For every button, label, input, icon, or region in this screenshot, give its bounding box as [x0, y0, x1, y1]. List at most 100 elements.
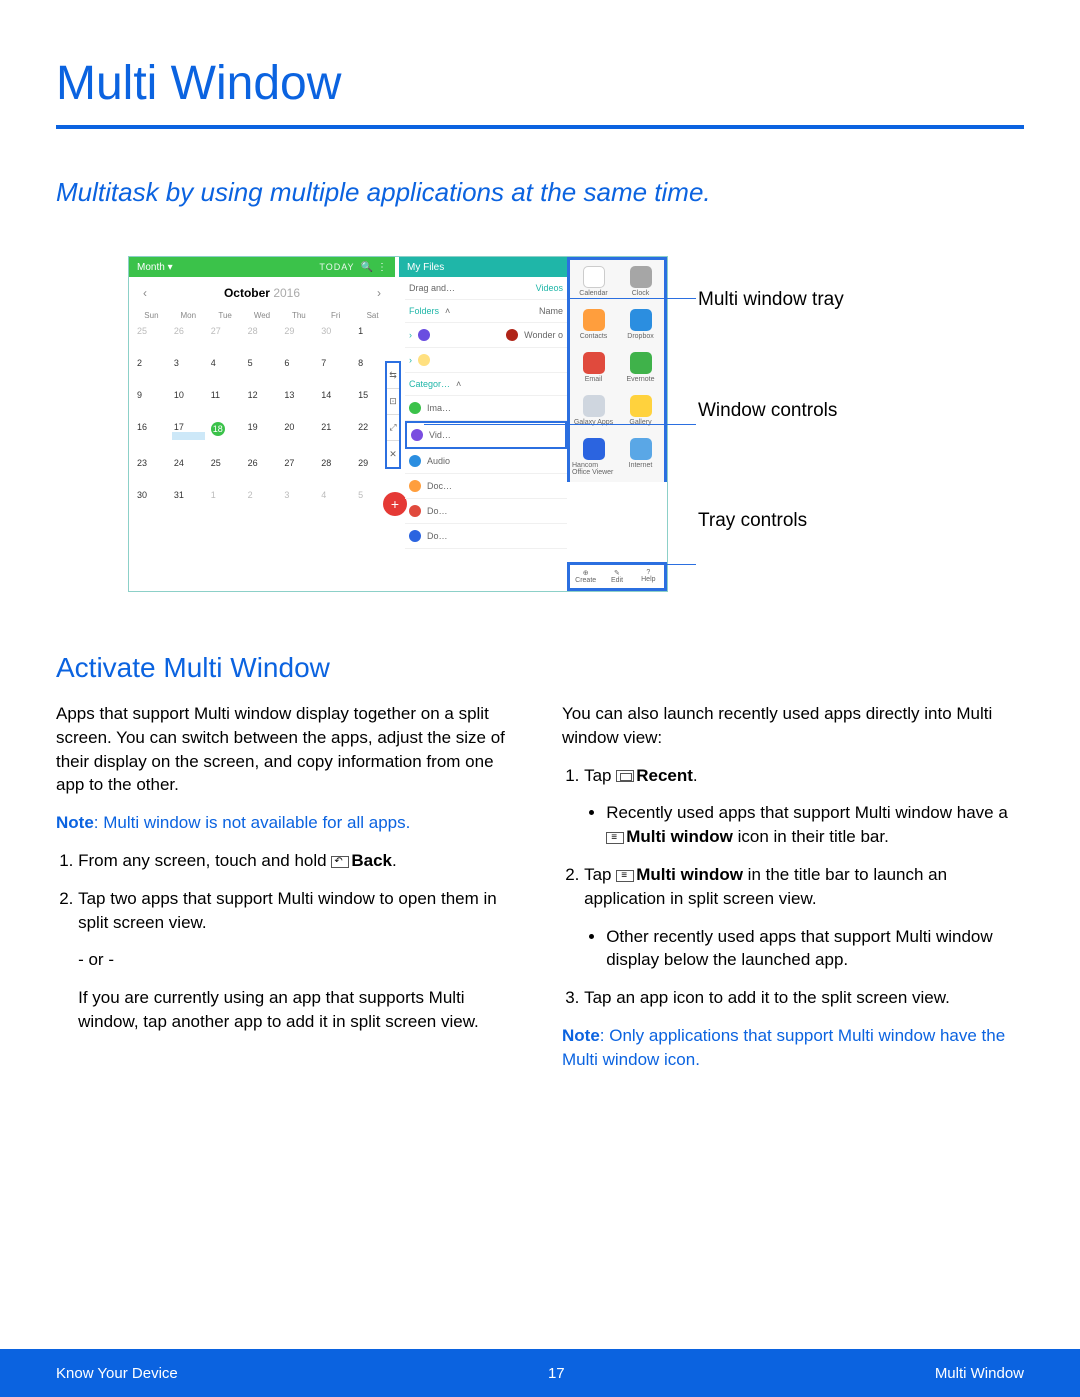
chevron-right-icon[interactable]: › [409, 330, 412, 340]
calendar-view-dropdown[interactable]: Month ▾ [137, 262, 173, 273]
calendar-cell[interactable]: 29 [280, 322, 317, 354]
file-item[interactable]: Vid… [429, 430, 451, 440]
calendar-today-button[interactable]: TODAY [319, 262, 354, 272]
calendar-cell[interactable]: 28 [244, 322, 281, 354]
chevron-right-icon[interactable]: › [409, 355, 412, 365]
menu-icon[interactable]: ⋮ [377, 262, 387, 273]
calendar-day-header: Mon [170, 309, 207, 322]
tray-app[interactable]: Galaxy Apps [570, 389, 617, 432]
tray-app[interactable]: Email [570, 346, 617, 389]
files-folders-label[interactable]: Folders [409, 306, 439, 316]
calendar-cell-today[interactable]: 18 [207, 418, 244, 454]
calendar-cell[interactable]: 19 [244, 418, 281, 454]
calendar-cell[interactable]: 3 [170, 354, 207, 386]
window-switch-icon[interactable]: ⇆ [387, 363, 399, 389]
list-item: From any screen, touch and hold Back. [78, 849, 518, 873]
file-item[interactable]: Wonder o [524, 330, 563, 340]
calendar-cell[interactable]: 14 [317, 386, 354, 418]
figure-row: Month ▾ TODAY 🔍 ⋮ My Files ‹ October 201… [128, 256, 1024, 592]
calendar-cell[interactable]: 1 [207, 486, 244, 518]
tray-app[interactable]: Hancom Office Viewer [570, 432, 617, 482]
tray-app[interactable]: Evernote [617, 346, 664, 389]
callouts: Multi window tray Window controls Tray c… [698, 256, 844, 534]
files-categories-label[interactable]: Categor… [409, 379, 450, 389]
window-maximize-icon[interactable]: ⤢ [387, 415, 399, 441]
help-icon: ? [646, 569, 650, 576]
calendar-cell[interactable]: 23 [133, 454, 170, 486]
calendar-cell[interactable]: 7 [317, 354, 354, 386]
calendar-cell[interactable]: 30 [317, 322, 354, 354]
calendar-cell[interactable]: 31 [170, 486, 207, 518]
calendar-cell[interactable]: 27 [207, 322, 244, 354]
page-title: Multi Window [56, 56, 1024, 125]
calendar-panel: ‹ October 2016 › Sun Mon Tue Wed Thu Fri… [129, 277, 395, 522]
calendar-cell[interactable]: 3 [280, 486, 317, 518]
leader-line [570, 564, 696, 565]
calendar-day-header: Thu [280, 309, 317, 322]
back-icon [331, 856, 349, 868]
calendar-day-header: Sun [133, 309, 170, 322]
calendar-cell[interactable]: 30 [133, 486, 170, 518]
calendar-cell[interactable]: 1 [354, 322, 391, 354]
file-item[interactable]: Do… [427, 506, 448, 516]
tray-edit-button[interactable]: ✎Edit [601, 565, 632, 588]
chevron-up-icon[interactable]: ˄ [445, 306, 450, 316]
files-videos-link[interactable]: Videos [536, 283, 563, 293]
chevron-up-icon[interactable]: ˄ [456, 379, 461, 389]
tray-app[interactable]: Calendar [570, 260, 617, 303]
list-item: Other recently used apps that support Mu… [606, 925, 1024, 973]
calendar-add-button[interactable]: + [383, 492, 407, 516]
files-name-header: Name [539, 306, 563, 316]
window-drag-icon[interactable]: ⊡ [387, 389, 399, 415]
calendar-cell[interactable]: 9 [133, 386, 170, 418]
search-icon[interactable]: 🔍 [361, 262, 373, 273]
multi-window-icon [606, 832, 624, 844]
calendar-cell[interactable]: 13 [280, 386, 317, 418]
footer-left: Know Your Device [56, 1365, 178, 1382]
calendar-cell[interactable]: 2 [244, 486, 281, 518]
calendar-cell[interactable]: 25 [207, 454, 244, 486]
calendar-cell[interactable]: 28 [317, 454, 354, 486]
tray-app[interactable]: Contacts [570, 303, 617, 346]
tray-app[interactable]: Gallery [617, 389, 664, 432]
calendar-cell[interactable]: 26 [170, 322, 207, 354]
calendar-cell[interactable]: 5 [244, 354, 281, 386]
paragraph: Apps that support Multi window display t… [56, 702, 518, 797]
myfiles-app-bar: My Files [399, 257, 567, 277]
calendar-cell[interactable]: 4 [207, 354, 244, 386]
calendar-cell[interactable]: 4 [317, 486, 354, 518]
calendar-day-header: Fri [317, 309, 354, 322]
file-item[interactable]: Audio [427, 456, 450, 466]
calendar-cell[interactable]: 17 [170, 418, 207, 454]
calendar-cell[interactable]: 12 [244, 386, 281, 418]
note: Note: Only applications that support Mul… [562, 1024, 1024, 1072]
tray-app[interactable]: Dropbox [617, 303, 664, 346]
calendar-next-icon[interactable]: › [377, 286, 381, 300]
calendar-app-bar: Month ▾ TODAY 🔍 ⋮ [129, 257, 395, 277]
tray-app[interactable]: Clock [617, 260, 664, 303]
calendar-cell[interactable]: 27 [280, 454, 317, 486]
calendar-cell[interactable]: 20 [280, 418, 317, 454]
list-item: Tap Recent. Recently used apps that supp… [584, 764, 1024, 849]
calendar-cell[interactable]: 2 [133, 354, 170, 386]
calendar-cell[interactable]: 11 [207, 386, 244, 418]
calendar-cell[interactable]: 10 [170, 386, 207, 418]
file-item[interactable]: Doc… [427, 481, 452, 491]
calendar-prev-icon[interactable]: ‹ [143, 286, 147, 300]
file-item[interactable]: Do… [427, 531, 448, 541]
calendar-cell[interactable]: 6 [280, 354, 317, 386]
tray-help-button[interactable]: ?Help [633, 565, 664, 588]
file-item[interactable]: Ima… [427, 403, 451, 413]
calendar-cell[interactable]: 26 [244, 454, 281, 486]
calendar-month: October [224, 286, 270, 300]
calendar-cell[interactable]: 25 [133, 322, 170, 354]
multi-window-tray: Calendar Clock Contacts Dropbox Email Ev… [567, 257, 667, 482]
calendar-cell[interactable]: 16 [133, 418, 170, 454]
tray-create-button[interactable]: ⊕Create [570, 565, 601, 588]
window-close-icon[interactable]: ✕ [387, 441, 399, 467]
calendar-cell[interactable]: 24 [170, 454, 207, 486]
page-footer: Know Your Device 17 Multi Window [0, 1349, 1080, 1397]
tray-app[interactable]: Internet [617, 432, 664, 482]
calendar-cell[interactable]: 21 [317, 418, 354, 454]
leader-line [570, 298, 696, 299]
